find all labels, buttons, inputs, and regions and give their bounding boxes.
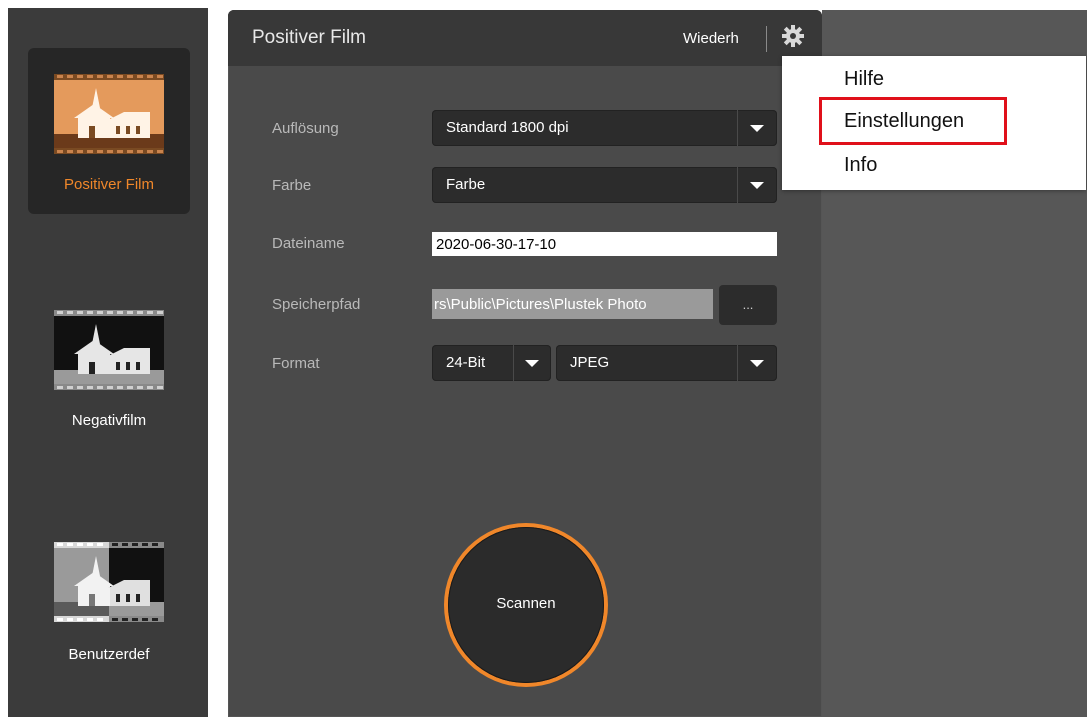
negative-film-icon [54, 310, 164, 390]
custom-film-icon [54, 542, 164, 622]
app-window: Positiver Film Negativfilm Benutzerdef P… [0, 0, 1087, 717]
menu-item-help[interactable]: Hilfe [844, 68, 884, 91]
browse-button[interactable]: ... [719, 285, 777, 325]
color-dropdown[interactable]: Farbe [432, 167, 777, 203]
scan-button[interactable]: Scannen [448, 527, 604, 683]
menu-item-info[interactable]: Info [844, 154, 877, 177]
format-label: Format [272, 355, 320, 372]
resolution-dropdown[interactable]: Standard 1800 dpi [432, 110, 777, 146]
resolution-label: Auflösung [272, 120, 339, 137]
color-label: Farbe [272, 177, 312, 194]
scan-button-label: Scannen [496, 595, 556, 612]
chevron-down-icon [750, 125, 764, 132]
chevron-down-icon [750, 360, 764, 367]
settings-panel: Positiver Film Wiederh Auflösung Standar… [228, 10, 822, 717]
file-format-dropdown[interactable]: JPEG [556, 345, 777, 381]
save-path-input[interactable] [432, 289, 713, 319]
positive-film-icon [54, 74, 164, 154]
mode-sidebar: Positiver Film Negativfilm Benutzerdef [8, 8, 208, 717]
mode-label: Benutzerdef [68, 646, 150, 663]
dropdown-separator [737, 345, 738, 381]
dropdown-separator [737, 167, 738, 203]
resolution-value: Standard 1800 dpi [446, 119, 569, 136]
bit-depth-dropdown[interactable]: 24-Bit [432, 345, 551, 381]
panel-title: Positiver Film [252, 27, 367, 48]
dropdown-separator [513, 345, 514, 381]
save-path-label: Speicherpfad [272, 296, 361, 313]
panel-header: Positiver Film Wiederh [228, 10, 822, 66]
bit-depth-value: 24-Bit [446, 354, 486, 371]
chevron-down-icon [525, 360, 539, 367]
mode-label: Positiver Film [63, 176, 154, 193]
gear-icon[interactable] [781, 24, 805, 48]
header-divider [766, 26, 767, 52]
mode-negative-film[interactable]: Negativfilm [28, 282, 190, 448]
color-value: Farbe [446, 176, 486, 193]
settings-menu: Hilfe Einstellungen Info [782, 56, 1086, 190]
reset-button[interactable]: Wiederh [683, 30, 739, 47]
mode-custom[interactable]: Benutzerdef [28, 514, 190, 680]
chevron-down-icon [750, 182, 764, 189]
dropdown-separator [737, 110, 738, 146]
file-format-value: JPEG [570, 354, 610, 371]
mode-label: Negativfilm [71, 412, 147, 429]
filename-input[interactable] [432, 232, 777, 256]
filename-label: Dateiname [272, 235, 345, 252]
mode-positive-film[interactable]: Positiver Film [28, 48, 190, 214]
menu-item-settings[interactable]: Einstellungen [844, 110, 964, 133]
